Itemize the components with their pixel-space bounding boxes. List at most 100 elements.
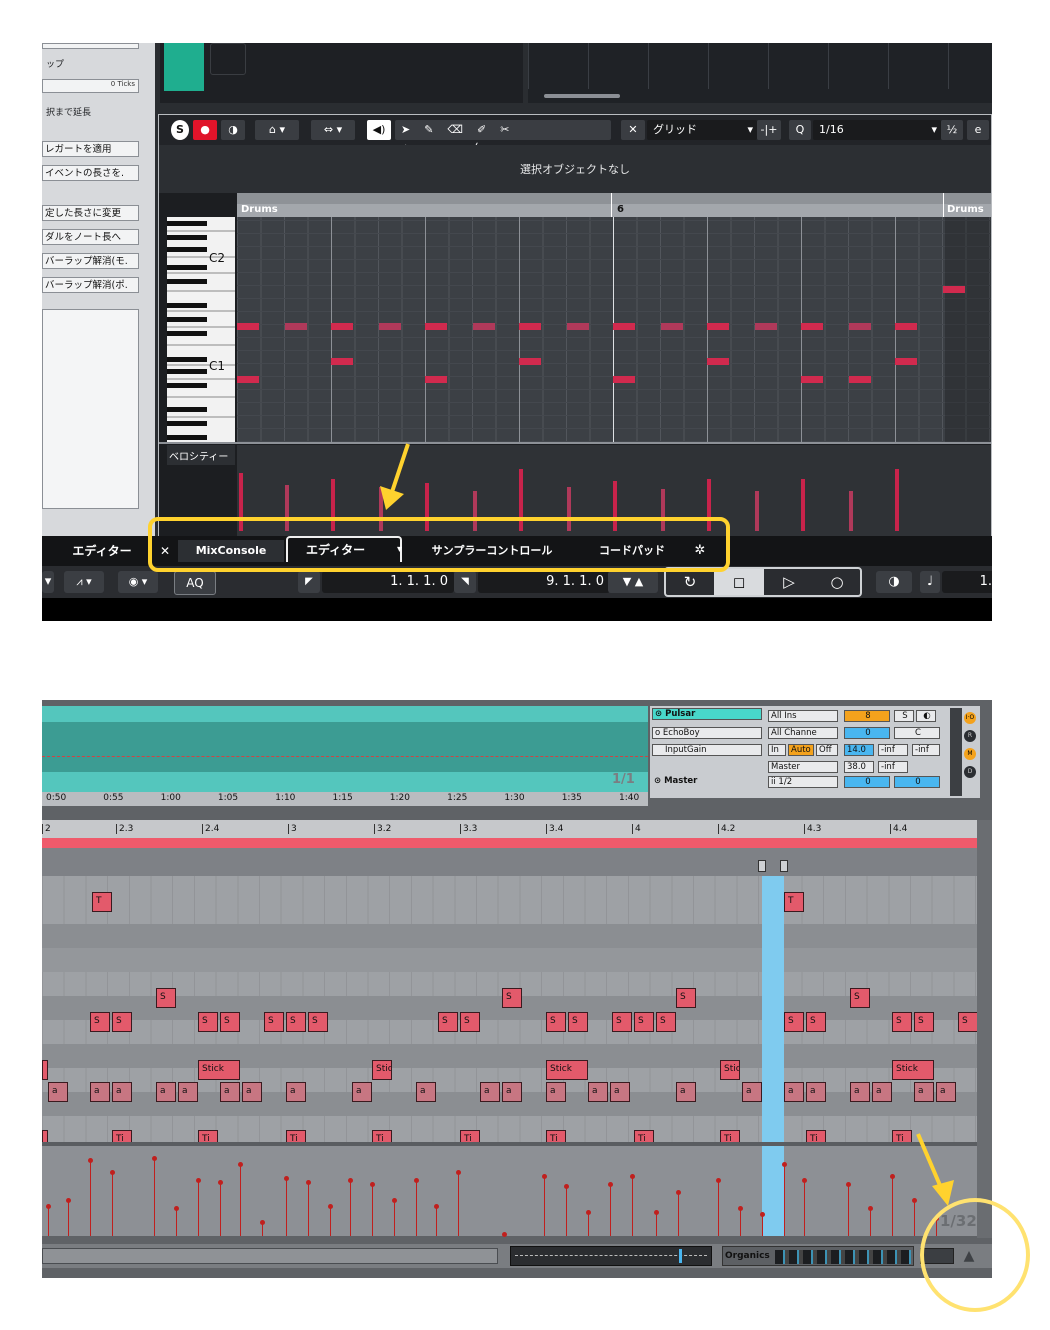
- midi-note[interactable]: Ti: [372, 1130, 392, 1142]
- midi-note[interactable]: [661, 323, 683, 330]
- midi-note[interactable]: [42, 1060, 48, 1080]
- legato-button[interactable]: レガートを適用: [42, 141, 139, 157]
- velocity-handle[interactable]: [802, 1178, 807, 1183]
- snap-mode-icon[interactable]: -|+: [757, 120, 781, 140]
- left-locator-icon[interactable]: ◤: [298, 571, 320, 593]
- midi-note[interactable]: S: [612, 1012, 632, 1032]
- velocity-stem[interactable]: [718, 1180, 719, 1236]
- velocity-handle[interactable]: [66, 1198, 71, 1203]
- midi-note[interactable]: a: [480, 1082, 500, 1102]
- midi-icon[interactable]: ◉ ▾: [118, 571, 158, 593]
- velocity-stem[interactable]: [784, 1164, 785, 1236]
- velocity-handle[interactable]: [542, 1174, 547, 1179]
- midi-note[interactable]: a: [850, 1082, 870, 1102]
- velocity-stem[interactable]: [588, 1212, 589, 1236]
- arrangement-clip[interactable]: 1/1: [42, 706, 648, 794]
- velocity-stem[interactable]: [68, 1200, 69, 1236]
- dropdown-icon[interactable]: ▾: [42, 571, 54, 593]
- midi-note[interactable]: S: [90, 1012, 110, 1032]
- snap-icon[interactable]: ✕: [621, 120, 645, 140]
- midi-note[interactable]: [285, 323, 307, 330]
- midi-note[interactable]: [895, 323, 917, 330]
- pan-value[interactable]: 0: [844, 727, 890, 739]
- send-value[interactable]: 38.0: [844, 761, 874, 773]
- velocity-stem[interactable]: [762, 1214, 763, 1236]
- volume-value[interactable]: 14.0: [844, 744, 874, 756]
- start-marker-icon[interactable]: [758, 860, 766, 872]
- master-pan[interactable]: 0: [844, 776, 890, 788]
- velocity-stem[interactable]: [350, 1180, 351, 1236]
- pedal-to-length-button[interactable]: ダルをノート長へ: [42, 229, 139, 245]
- midi-note[interactable]: [567, 323, 589, 330]
- track-name-master[interactable]: ⊙ Master: [652, 776, 762, 788]
- grid-type-select[interactable]: グリッド ▾: [647, 120, 757, 140]
- output-select[interactable]: Master: [768, 761, 838, 773]
- velocity-stem[interactable]: [804, 1180, 805, 1236]
- midi-note-grid[interactable]: TTSSSSSSSSSSSSSSSSSSSSSSSStickStickStick…: [42, 876, 977, 1142]
- record-icon[interactable]: ●: [193, 120, 217, 140]
- velocity-handle[interactable]: [890, 1174, 895, 1179]
- input-type-select[interactable]: All Ins: [768, 710, 838, 722]
- midi-note[interactable]: a: [286, 1082, 306, 1102]
- tab-editor-left[interactable]: エディター: [62, 540, 142, 562]
- delay-icon[interactable]: D: [964, 766, 976, 778]
- solo-icon[interactable]: S: [171, 120, 189, 140]
- velocity-handle[interactable]: [306, 1180, 311, 1185]
- play-icon[interactable]: ▷: [764, 569, 814, 595]
- velocity-stem[interactable]: [566, 1186, 567, 1236]
- velocity-stem[interactable]: [220, 1182, 221, 1236]
- velocity-handle[interactable]: [630, 1174, 635, 1179]
- velocity-bar[interactable]: [755, 491, 759, 531]
- midi-note[interactable]: [379, 323, 401, 330]
- midi-note[interactable]: a: [742, 1082, 762, 1102]
- midi-note[interactable]: [519, 323, 541, 330]
- velocity-handle[interactable]: [370, 1182, 375, 1187]
- midi-note[interactable]: S: [676, 988, 696, 1008]
- punch-icon[interactable]: ▼ ▲: [608, 571, 658, 593]
- overview-icon[interactable]: [510, 1246, 712, 1266]
- midi-note[interactable]: Ti: [460, 1130, 480, 1142]
- midi-note[interactable]: S: [308, 1012, 328, 1032]
- midi-note[interactable]: a: [588, 1082, 608, 1102]
- velocity-handle[interactable]: [654, 1210, 659, 1215]
- time-selection[interactable]: [762, 876, 784, 1142]
- velocity-handle[interactable]: [586, 1210, 591, 1215]
- meter-peak-3[interactable]: -inf: [878, 761, 908, 773]
- acoustic-feedback-icon[interactable]: ◀): [367, 120, 391, 140]
- midi-note[interactable]: a: [352, 1082, 372, 1102]
- returns-icon[interactable]: R: [964, 730, 976, 742]
- velocity-stem[interactable]: [112, 1172, 113, 1236]
- velocity-handle[interactable]: [46, 1204, 51, 1209]
- velocity-handle[interactable]: [196, 1178, 201, 1183]
- midi-note[interactable]: a: [48, 1082, 68, 1102]
- velocity-handle[interactable]: [564, 1184, 569, 1189]
- overlap-mono-button[interactable]: バーラップ解消(モ.: [42, 253, 139, 269]
- velocity-handle[interactable]: [174, 1206, 179, 1211]
- velocity-handle[interactable]: [152, 1156, 157, 1161]
- midi-note[interactable]: S: [198, 1012, 218, 1032]
- device-echoboy[interactable]: o EchoBoy: [652, 727, 762, 739]
- midi-note[interactable]: Stick: [720, 1060, 740, 1080]
- midi-note[interactable]: S: [286, 1012, 306, 1032]
- velocity-stem[interactable]: [436, 1206, 437, 1236]
- waveform-icon[interactable]: ⩘ ▾: [64, 571, 104, 593]
- midi-note[interactable]: S: [220, 1012, 240, 1032]
- loop-brace[interactable]: [42, 838, 977, 848]
- midi-note[interactable]: a: [936, 1082, 956, 1102]
- midi-note[interactable]: [331, 323, 353, 330]
- meter-peak-1[interactable]: -inf: [878, 744, 908, 756]
- monitor-icon[interactable]: ◑: [221, 120, 245, 140]
- velocity-stem[interactable]: [848, 1184, 849, 1236]
- velocity-handle[interactable]: [846, 1182, 851, 1187]
- midi-note[interactable]: a: [784, 1082, 804, 1102]
- midi-note[interactable]: Ti: [286, 1130, 306, 1142]
- quantize-preset-icon[interactable]: e: [967, 120, 989, 140]
- midi-note[interactable]: Stick: [892, 1060, 934, 1080]
- midi-note[interactable]: S: [958, 1012, 977, 1032]
- midi-note[interactable]: [473, 323, 495, 330]
- midi-note[interactable]: Ti: [198, 1130, 218, 1142]
- pan-center[interactable]: C: [894, 727, 940, 739]
- velocity-stem[interactable]: [458, 1172, 459, 1236]
- midi-note[interactable]: a: [90, 1082, 110, 1102]
- midi-note[interactable]: Stick: [372, 1060, 392, 1080]
